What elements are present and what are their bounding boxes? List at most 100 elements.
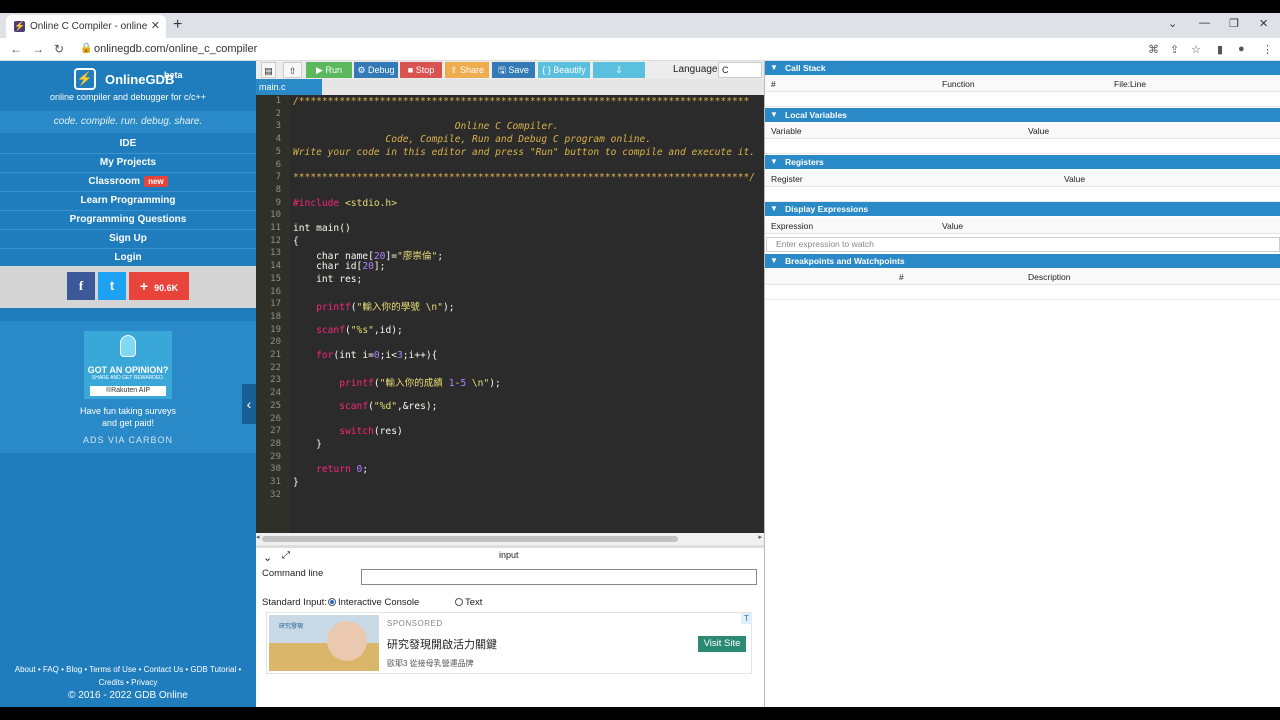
scroll-left-icon[interactable]: ◂ xyxy=(256,533,260,541)
debug-button[interactable]: ⚙ Debug xyxy=(354,62,398,78)
sidebar-item-sign-up[interactable]: Sign Up xyxy=(0,230,256,249)
share-button[interactable]: ⇪ Share xyxy=(445,62,489,78)
text-option[interactable]: Text xyxy=(455,597,482,608)
input-pane: ⌄ ⤢ input Command line Standard Input: I… xyxy=(256,545,764,707)
sidebar-item-ide[interactable]: IDE xyxy=(0,135,256,154)
collapse-input-icon[interactable]: ⌄ xyxy=(263,551,272,564)
visit-site-button[interactable]: Visit Site xyxy=(698,636,746,652)
code-line[interactable]: } xyxy=(293,477,299,488)
url-field[interactable]: 🔒 onlinegdb.com/online_c_compiler xyxy=(76,40,1136,59)
profile-icon[interactable]: ● xyxy=(1238,43,1245,55)
code-line[interactable]: { xyxy=(293,236,299,247)
ad-caption: Have fun taking surveys and get paid! xyxy=(0,405,256,429)
scroll-right-icon[interactable]: ▸ xyxy=(758,533,762,541)
beautify-button[interactable]: { } Beautify xyxy=(538,62,590,78)
radio-unselected[interactable] xyxy=(455,598,463,607)
code-line[interactable]: ****************************************… xyxy=(293,172,755,183)
column-header: Register xyxy=(771,174,803,184)
code-line[interactable]: } xyxy=(293,439,322,450)
line-number: 28 xyxy=(270,438,281,449)
share-count: 90.6K xyxy=(154,283,179,293)
radio-selected[interactable] xyxy=(328,598,336,607)
brand[interactable]: ⚡ OnlineGDB beta online compiler and deb… xyxy=(0,61,256,107)
command-line-input[interactable] xyxy=(361,569,757,585)
back-icon[interactable]: ← xyxy=(10,42,22,56)
code-line[interactable]: Write your code in this editor and press… xyxy=(293,147,755,158)
code-line[interactable]: scanf("%d",&res); xyxy=(293,401,437,412)
facebook-icon[interactable]: f xyxy=(67,272,95,300)
sidebar-footer: About • FAQ • Blog • Terms of Use • Cont… xyxy=(0,663,256,702)
code-line[interactable]: int res; xyxy=(293,274,362,285)
line-number: 5 xyxy=(275,146,281,157)
display-expressions-columns: Expression Value xyxy=(765,218,1280,234)
twitter-icon[interactable]: t xyxy=(98,272,126,300)
footer-links[interactable]: About • FAQ • Blog • Terms of Use • Cont… xyxy=(0,663,256,676)
browser-tab[interactable]: ⚡ Online C Compiler - online edi ✕ xyxy=(6,15,166,38)
reload-icon[interactable]: ↻ xyxy=(54,42,64,56)
side-panel-icon[interactable]: ▮ xyxy=(1217,43,1223,56)
close-window-icon[interactable]: ✕ xyxy=(1259,17,1268,30)
scrollbar-thumb[interactable] xyxy=(262,536,678,542)
minimize-icon[interactable]: — xyxy=(1199,17,1210,29)
line-number-gutter: 1 2 3 4 5 6 7 8 9 10 11 12 13 14 15 16 17 18 19 20 21 22 23 24 2… xyxy=(256,95,290,533)
ad-caption-line1: Have fun taking surveys xyxy=(79,406,177,416)
save-button[interactable]: 🖫 Save xyxy=(492,62,535,78)
code-line[interactable]: for(int i=0;i<3;i++){ xyxy=(293,350,437,361)
maximize-icon[interactable]: ❐ xyxy=(1229,17,1239,30)
sponsored-ad[interactable]: 研究發現 SPONSORED 研究發現開啟活力關鍵 歐耶3 從接母乳營運品牌 V… xyxy=(266,612,752,674)
ad-image-subtitle: SHARE AND GET REWARDED. xyxy=(91,375,165,381)
code-line[interactable]: char id[20]; xyxy=(293,261,385,272)
footer-links-2[interactable]: Credits • Privacy xyxy=(0,676,256,689)
sidebar-item-learn-programming[interactable]: Learn Programming xyxy=(0,192,256,211)
translate-icon[interactable]: ⌘ xyxy=(1148,43,1159,56)
download-button[interactable]: ⇩ xyxy=(593,62,645,78)
code-line[interactable]: printf("輸入你的學號 \n"); xyxy=(293,299,454,313)
section-title: Registers xyxy=(785,157,824,167)
brand-subtitle: online compiler and debugger for c/c++ xyxy=(49,92,207,102)
ads-via-carbon[interactable]: ADS VIA CARBON xyxy=(0,435,256,445)
code-line[interactable]: scanf("%s",id); xyxy=(293,325,403,336)
sidebar-item-classroom[interactable]: Classroom new xyxy=(0,173,256,192)
line-number: 25 xyxy=(270,400,281,411)
sidebar-item-my-projects[interactable]: My Projects xyxy=(0,154,256,173)
code-line[interactable]: #include <stdio.h> xyxy=(293,198,397,209)
forward-icon[interactable]: → xyxy=(32,42,44,56)
close-tab-icon[interactable]: ✕ xyxy=(151,19,160,32)
empty-row xyxy=(765,140,1280,154)
run-button[interactable]: ▶ Run xyxy=(306,62,352,78)
tab-search-icon[interactable]: ⌄ xyxy=(1168,17,1177,30)
menu-dots-icon[interactable]: ⋮ xyxy=(1262,43,1273,56)
ad-info-icon[interactable]: T xyxy=(741,613,752,624)
local-variables-header[interactable]: ▼ Local Variables xyxy=(765,108,1280,122)
tab-main-c[interactable]: main.c xyxy=(256,79,322,95)
breakpoints-header[interactable]: ▼ Breakpoints and Watchpoints xyxy=(765,254,1280,268)
code-line[interactable]: switch(res) xyxy=(293,426,403,437)
display-expressions-header[interactable]: ▼ Display Expressions xyxy=(765,202,1280,216)
registers-header[interactable]: ▼ Registers xyxy=(765,155,1280,169)
chevron-down-icon: ▼ xyxy=(770,204,778,213)
share-count-button[interactable]: +90.6K xyxy=(129,272,189,300)
editor-horizontal-scrollbar[interactable]: ◂ ▸ xyxy=(256,533,764,545)
collapse-sidebar-button[interactable]: ‹ xyxy=(242,384,256,424)
code-editor[interactable]: 1 2 3 4 5 6 7 8 9 10 11 12 13 14 15 16 17 18 19 20 21 22 23 24 2… xyxy=(256,95,764,533)
upload-icon[interactable]: ⇧ xyxy=(283,62,302,78)
expand-input-icon[interactable]: ⤢ xyxy=(282,550,290,561)
bookmark-star-icon[interactable]: ☆ xyxy=(1191,43,1201,56)
new-tab-button[interactable]: + xyxy=(173,16,182,34)
empty-row xyxy=(765,188,1280,202)
language-select[interactable]: C xyxy=(718,62,762,78)
code-line[interactable]: printf("輸入你的成績 1-5 \n"); xyxy=(293,375,501,389)
sidebar-item-programming-questions[interactable]: Programming Questions xyxy=(0,211,256,230)
share-icon[interactable]: ⇪ xyxy=(1170,43,1179,56)
call-stack-header[interactable]: ▼ Call Stack xyxy=(765,61,1280,75)
code-line[interactable]: int main() xyxy=(293,223,351,234)
code-line[interactable]: Code, Compile, Run and Debug C program o… xyxy=(293,134,651,145)
code-line[interactable]: return 0; xyxy=(293,464,368,475)
carbon-ad[interactable]: GOT AN OPINION? SHARE AND GET REWARDED. … xyxy=(0,321,256,453)
stop-button[interactable]: ■ Stop xyxy=(400,62,442,78)
new-file-icon[interactable]: ▤ xyxy=(261,62,276,78)
code-line[interactable]: Online C Compiler. xyxy=(293,121,559,132)
code-line[interactable]: /***************************************… xyxy=(293,96,749,107)
interactive-console-option[interactable]: Interactive Console xyxy=(328,597,419,608)
watch-expression-input[interactable]: Enter expression to watch xyxy=(766,237,1280,252)
